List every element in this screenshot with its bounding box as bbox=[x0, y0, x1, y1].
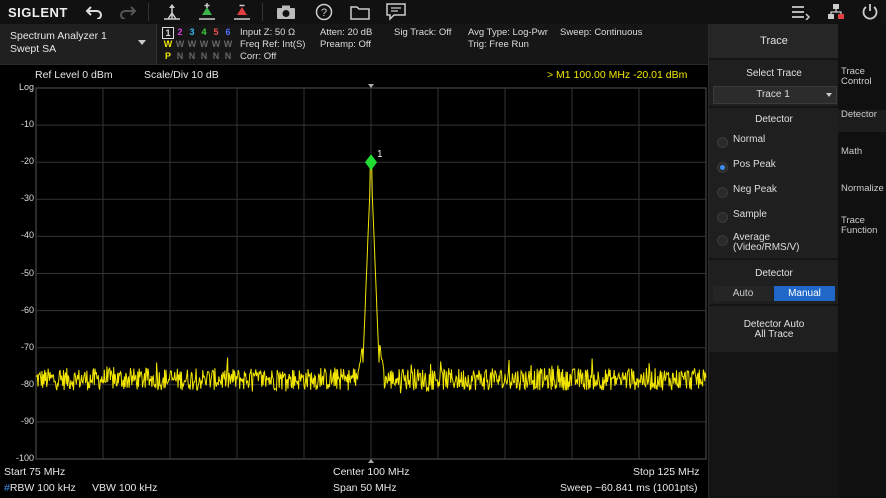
camera-icon[interactable] bbox=[274, 2, 298, 22]
sweep-mode: Sweep: Continuous bbox=[560, 27, 643, 38]
detector-radio-normal[interactable] bbox=[717, 137, 728, 148]
mode-title: Spectrum Analyzer 1 bbox=[10, 30, 107, 42]
start-freq: Start 75 MHz bbox=[4, 466, 66, 478]
tab-trace-control[interactable]: Trace Control bbox=[838, 67, 886, 87]
trace-4-mode: W bbox=[199, 39, 209, 49]
span: Span 50 MHz bbox=[333, 482, 397, 494]
avg-type: Avg Type: Log-Pwr bbox=[468, 27, 548, 38]
marker-1-label: 1 bbox=[377, 149, 383, 160]
trigger: Trig: Free Run bbox=[468, 39, 529, 50]
trace-5-mode: W bbox=[211, 39, 221, 49]
detector-option-label[interactable]: Average (Video/RMS/V) bbox=[733, 233, 800, 253]
detector-auto-button[interactable]: Auto bbox=[713, 286, 773, 301]
folder-icon[interactable] bbox=[348, 2, 372, 22]
trace-2-mode: W bbox=[175, 39, 185, 49]
trace-panel: Trace Select Trace Trace 1 Detector Norm… bbox=[708, 24, 839, 498]
trace-4-detector: N bbox=[200, 51, 208, 61]
trace-1-detector: P bbox=[164, 51, 171, 61]
tab-math[interactable]: Math bbox=[838, 147, 886, 157]
detector-section: Detector Normal Pos Peak Neg Peak Sample Ave… bbox=[709, 108, 839, 258]
trace-3-detector: N bbox=[188, 51, 196, 61]
detector-auto-all-button[interactable]: Detector Auto All Trace bbox=[709, 306, 839, 352]
preamp: Preamp: Off bbox=[320, 39, 372, 50]
detector-option-label[interactable]: Sample bbox=[733, 210, 767, 220]
detector-mode-section: Detector Auto Manual bbox=[709, 260, 839, 304]
rbw: #RBW 100 kHz bbox=[4, 482, 76, 494]
trace-3-mode: W bbox=[187, 39, 197, 49]
tab-detector[interactable]: Detector bbox=[838, 110, 886, 132]
panel-header: Trace bbox=[709, 24, 839, 58]
rbw-value: RBW 100 kHz bbox=[9, 482, 76, 494]
power-icon[interactable] bbox=[858, 2, 882, 22]
trace-6-number[interactable]: 6 bbox=[222, 27, 234, 37]
center-freq-top-marker bbox=[368, 84, 374, 88]
trace-2-number[interactable]: 2 bbox=[174, 27, 186, 37]
detector-manual-button[interactable]: Manual bbox=[774, 286, 835, 301]
grid bbox=[35, 84, 707, 463]
peak-search-icon[interactable] bbox=[160, 2, 184, 22]
marker-1-diamond[interactable] bbox=[365, 154, 377, 171]
redo-icon[interactable] bbox=[116, 2, 140, 22]
svg-text:?: ? bbox=[321, 7, 327, 19]
trace-5-detector: N bbox=[212, 51, 220, 61]
trace-indicators[interactable]: 1WP2WN3WN4WN5WN6WN bbox=[162, 27, 234, 63]
tab-normalize[interactable]: Normalize bbox=[838, 184, 886, 194]
correction: Corr: Off bbox=[240, 51, 277, 62]
menu-lines-icon[interactable] bbox=[789, 2, 813, 22]
select-trace-section: Select Trace Trace 1 bbox=[709, 60, 839, 106]
undo-icon[interactable] bbox=[82, 2, 106, 22]
message-icon[interactable] bbox=[384, 2, 408, 22]
marker-delete-icon[interactable] bbox=[230, 2, 254, 22]
trace-6-detector: N bbox=[224, 51, 232, 61]
select-trace-title: Select Trace bbox=[746, 68, 802, 79]
trace-4-number[interactable]: 4 bbox=[198, 27, 210, 37]
stop-freq: Stop 125 MHz bbox=[633, 466, 700, 478]
detector-radio-average[interactable] bbox=[717, 235, 728, 246]
spectrum-chart[interactable]: 1 bbox=[0, 64, 708, 498]
detector-option-label[interactable]: Pos Peak bbox=[733, 160, 776, 170]
select-trace-dropdown[interactable]: Trace 1 bbox=[713, 86, 837, 104]
detector-auto-all-line2: All Trace bbox=[754, 329, 794, 340]
vbw: VBW 100 kHz bbox=[92, 482, 158, 494]
detector-title: Detector bbox=[755, 114, 793, 125]
detector-radio-neg-peak[interactable] bbox=[717, 187, 728, 198]
toolbar: SIGLENT ? bbox=[0, 0, 886, 25]
mode-selector[interactable]: Spectrum Analyzer 1 Swept SA bbox=[0, 24, 157, 64]
detector-option-label[interactable]: Normal bbox=[733, 135, 765, 145]
center-freq-bottom-marker bbox=[368, 459, 374, 463]
trace-3-number[interactable]: 3 bbox=[186, 27, 198, 37]
side-tabs: Trace Control Detector Math Normalize Tr… bbox=[838, 24, 886, 498]
center-freq: Center 100 MHz bbox=[333, 466, 410, 478]
input-impedance: Input Z: 50 Ω bbox=[240, 27, 296, 38]
mode-subtitle: Swept SA bbox=[10, 43, 57, 55]
chevron-down-icon bbox=[138, 40, 146, 45]
tab-trace-function[interactable]: Trace Function bbox=[838, 216, 886, 236]
detector-option-label[interactable]: Neg Peak bbox=[733, 185, 777, 195]
brand-logo: SIGLENT bbox=[8, 5, 68, 20]
attenuation: Atten: 20 dB bbox=[320, 27, 373, 38]
marker-add-icon[interactable] bbox=[195, 2, 219, 22]
trace-1-mode: W bbox=[163, 39, 173, 49]
sweep-time: Sweep ~60.841 ms (1001pts) bbox=[560, 482, 698, 494]
detector-radio-pos-peak[interactable] bbox=[717, 162, 728, 173]
network-icon[interactable] bbox=[824, 2, 848, 22]
status-bar: Spectrum Analyzer 1 Swept SA 1WP2WN3WN4W… bbox=[0, 24, 708, 65]
freq-ref: Freq Ref: Int(S) bbox=[240, 39, 306, 50]
chevron-down-icon bbox=[826, 93, 832, 97]
sig-track: Sig Track: Off bbox=[394, 27, 452, 38]
help-icon[interactable]: ? bbox=[312, 2, 336, 22]
detector-mode-title: Detector bbox=[755, 268, 793, 279]
trace-2-detector: N bbox=[176, 51, 184, 61]
panel-title: Trace bbox=[760, 35, 788, 47]
trace-5-number[interactable]: 5 bbox=[210, 27, 222, 37]
select-trace-value: Trace 1 bbox=[756, 89, 790, 100]
trace-6-mode: W bbox=[223, 39, 233, 49]
spectrum-plot[interactable]: Ref Level 0 dBm Scale/Div 10 dB > M1 100… bbox=[0, 64, 708, 498]
detector-radio-sample[interactable] bbox=[717, 212, 728, 223]
trace-1-number[interactable]: 1 bbox=[162, 27, 174, 39]
